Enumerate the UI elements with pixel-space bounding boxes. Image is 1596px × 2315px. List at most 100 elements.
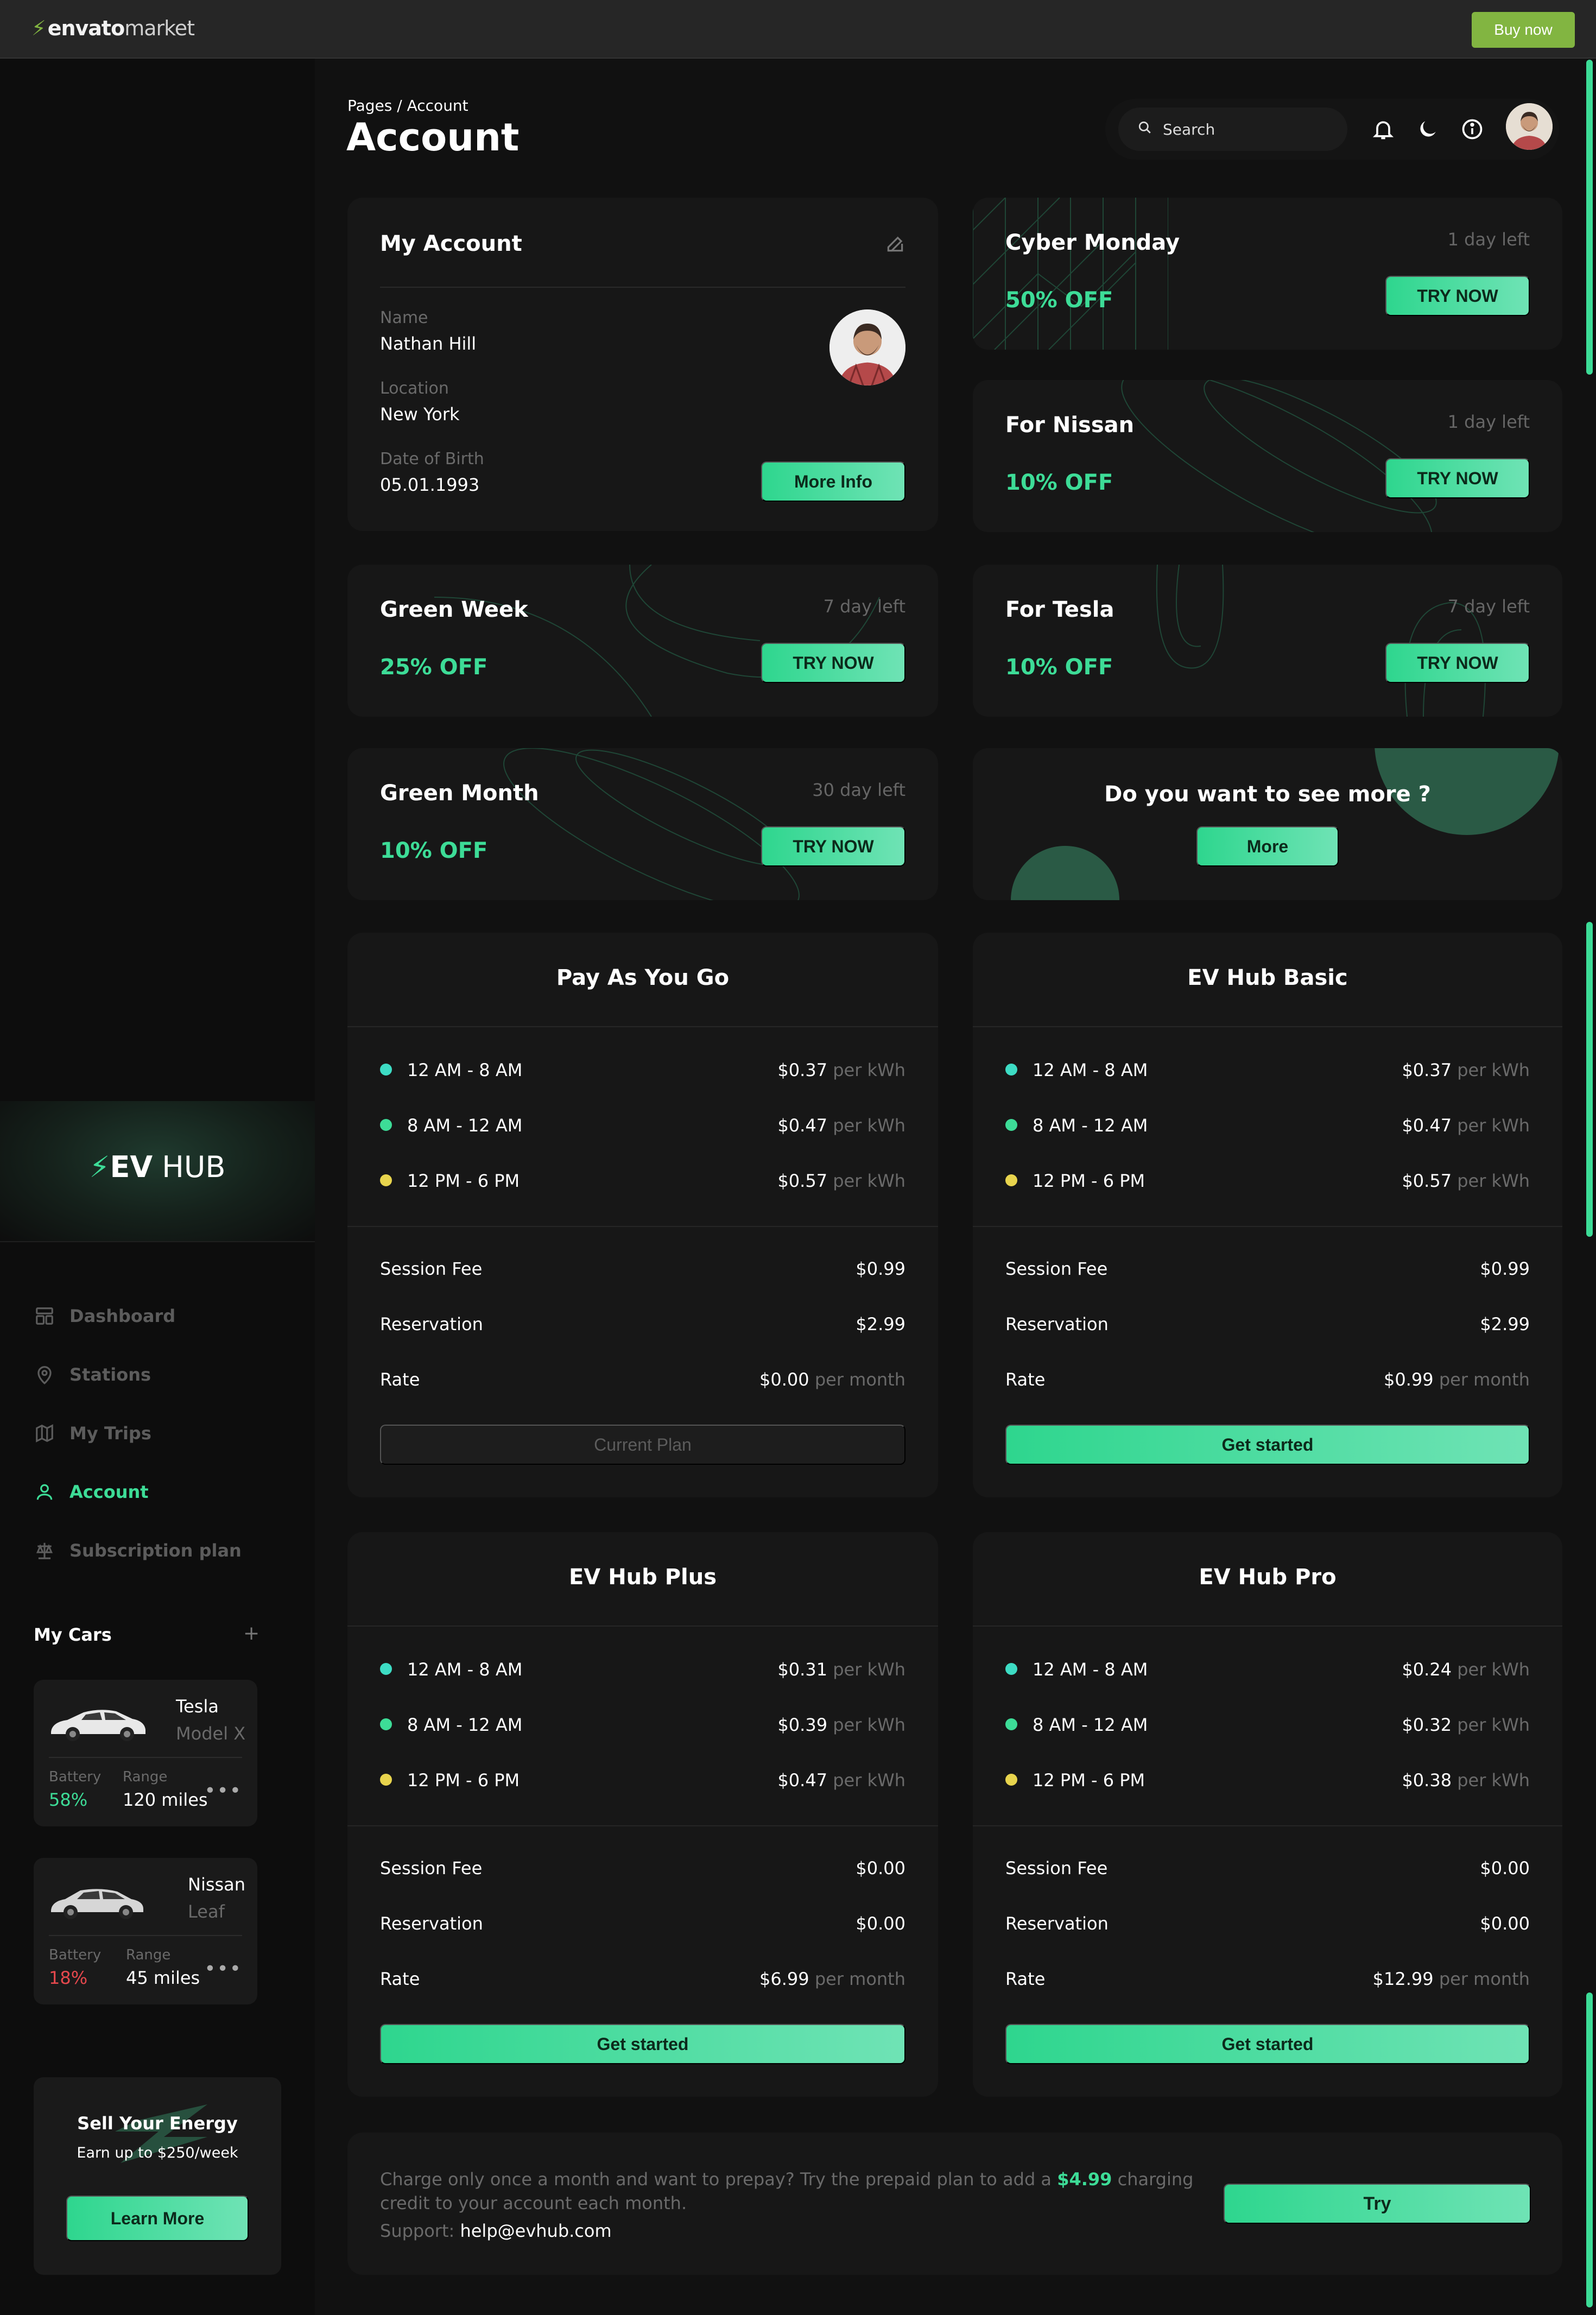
rate-dot-icon [1005, 1174, 1017, 1186]
prepaid-amount: $4.99 [1057, 2169, 1112, 2190]
fee-value-group: $0.00 [856, 1913, 905, 1934]
fee-label: Reservation [1005, 1913, 1109, 1934]
get-started-button[interactable]: Get started [1005, 2024, 1530, 2064]
get-started-button[interactable]: Get started [1005, 1425, 1530, 1465]
avatar[interactable] [1506, 103, 1553, 150]
fee-label: Session Fee [1005, 1858, 1108, 1878]
try-now-button[interactable]: TRY NOW [1385, 276, 1530, 316]
get-started-button[interactable]: Get started [380, 2024, 905, 2064]
promo-days-left: 7 day left [823, 596, 905, 617]
rate-dot-icon [1005, 1119, 1017, 1131]
brand-hub: HUB [162, 1150, 226, 1184]
info-icon[interactable] [1460, 117, 1484, 141]
rate-time: 12 PM - 6 PM [407, 1770, 520, 1791]
plan-rate-row: 12 AM - 8 AM $0.37 per kWh [1005, 1060, 1530, 1081]
rate-unit: per kWh [1457, 1171, 1530, 1191]
car-divider [49, 1935, 242, 1936]
fee-value: $2.99 [856, 1314, 905, 1334]
dashboard-icon [34, 1305, 55, 1327]
car-name: Tesla [176, 1696, 219, 1717]
rate-unit: per kWh [1457, 1060, 1530, 1080]
sidebar-item-dashboard[interactable]: Dashboard [34, 1287, 283, 1345]
envato-logo[interactable]: ⚡ envatomarket [31, 16, 195, 40]
rate-time: 12 AM - 8 AM [407, 1060, 523, 1080]
car-image [51, 1710, 145, 1741]
plan-fee-row: Session Fee $0.99 [380, 1258, 905, 1280]
curve-decoration [1121, 380, 1437, 532]
plan-fee-row: Rate $0.99 per month [1005, 1369, 1530, 1391]
see-more-title: Do you want to see more ? [1104, 782, 1431, 807]
sidebar-item-my-trips[interactable]: My Trips [34, 1404, 283, 1463]
fee-value: $2.99 [1480, 1314, 1530, 1334]
fee-label: Session Fee [1005, 1258, 1108, 1279]
add-car-button[interactable]: + [243, 1622, 259, 1644]
my-cars-title: My Cars [34, 1624, 112, 1645]
circle-decoration [1011, 846, 1119, 900]
try-now-button[interactable]: TRY NOW [761, 643, 905, 683]
try-prepaid-button[interactable]: Try [1224, 2184, 1531, 2224]
try-now-button[interactable]: TRY NOW [761, 826, 905, 866]
scrollbar-thumb[interactable] [1586, 60, 1593, 375]
fee-value-group: $2.99 [856, 1314, 905, 1334]
fee-label: Reservation [380, 1314, 483, 1334]
scrollbar-thumb[interactable] [1586, 1993, 1593, 2307]
rate-time: 8 AM - 12 AM [1033, 1115, 1148, 1136]
search-input[interactable]: Search [1118, 107, 1347, 151]
name-label: Name [380, 308, 428, 327]
rate-price: $0.37 [1402, 1060, 1452, 1080]
promo-card-for-tesla: For Tesla 7 day left 10% OFF TRY NOW [973, 565, 1562, 717]
buy-now-button[interactable]: Buy now [1472, 12, 1575, 48]
car-card-nissan[interactable]: Nissan Leaf Battery 18% Range 45 miles •… [34, 1858, 257, 2004]
current-plan-button[interactable]: Current Plan [380, 1425, 905, 1465]
sidebar-item-label: Account [69, 1482, 149, 1502]
promo-days-left: 7 day left [1447, 596, 1530, 617]
scrollbar-thumb[interactable] [1586, 922, 1593, 1237]
more-options-icon[interactable]: ••• [204, 1958, 242, 1980]
brand-logo[interactable]: ⚡EV HUB [0, 1150, 315, 1184]
try-now-button[interactable]: TRY NOW [1385, 643, 1530, 683]
plan-fee-row: Rate $12.99 per month [1005, 1969, 1530, 1990]
sidebar-item-subscription-plan[interactable]: Subscription plan [34, 1521, 283, 1580]
sidebar-item-stations[interactable]: Stations [34, 1345, 283, 1404]
rate-unit: per kWh [833, 1060, 905, 1080]
more-button[interactable]: More [1196, 826, 1339, 866]
rate-time: 8 AM - 12 AM [407, 1115, 523, 1136]
rate-price-group: $0.32 per kWh [1402, 1715, 1530, 1735]
envato-logo-text: envato [47, 16, 125, 40]
learn-more-button[interactable]: Learn More [66, 2196, 249, 2241]
fee-value-group: $0.99 per month [1384, 1369, 1530, 1390]
fee-value-group: $0.00 [1480, 1913, 1530, 1934]
plan-divider [973, 1825, 1562, 1826]
car-card-tesla[interactable]: Tesla Model X Battery 58% Range 120 mile… [34, 1680, 257, 1826]
breadcrumb: Pages / Account [347, 97, 468, 115]
edit-icon[interactable] [885, 233, 905, 256]
plan-fee-row: Reservation $0.00 [380, 1913, 905, 1935]
try-now-button[interactable]: TRY NOW [1385, 458, 1530, 498]
battery-label: Battery [49, 1947, 102, 1963]
rate-dot-icon [380, 1718, 392, 1730]
bell-icon[interactable] [1371, 117, 1395, 141]
more-options-icon[interactable]: ••• [204, 1780, 242, 1802]
rate-unit: per kWh [1457, 1659, 1530, 1680]
fee-label: Rate [1005, 1969, 1046, 1989]
plan-divider [973, 1226, 1562, 1227]
fee-value: $0.00 [856, 1858, 905, 1878]
plan-rate-row: 12 PM - 6 PM $0.38 per kWh [1005, 1770, 1530, 1792]
promo-title: For Nissan [1005, 413, 1135, 438]
range-value: 120 miles [123, 1789, 208, 1810]
rate-dot-icon [380, 1774, 392, 1786]
rate-price: $0.31 [777, 1659, 828, 1680]
fee-label: Rate [1005, 1369, 1046, 1390]
curve-decoration [503, 748, 800, 900]
sidebar-item-account[interactable]: Account [34, 1463, 283, 1521]
location-label: Location [380, 379, 449, 398]
support-email-link[interactable]: help@evhub.com [460, 2221, 611, 2241]
fee-unit: per month [814, 1369, 905, 1390]
rate-price-group: $0.37 per kWh [777, 1060, 905, 1080]
promo-title: Cyber Monday [1005, 230, 1180, 255]
fee-unit: per month [814, 1969, 905, 1989]
more-info-button[interactable]: More Info [761, 461, 905, 502]
fee-value-group: $0.00 per month [759, 1369, 905, 1390]
rate-price: $0.24 [1402, 1659, 1452, 1680]
moon-icon[interactable] [1416, 117, 1440, 141]
